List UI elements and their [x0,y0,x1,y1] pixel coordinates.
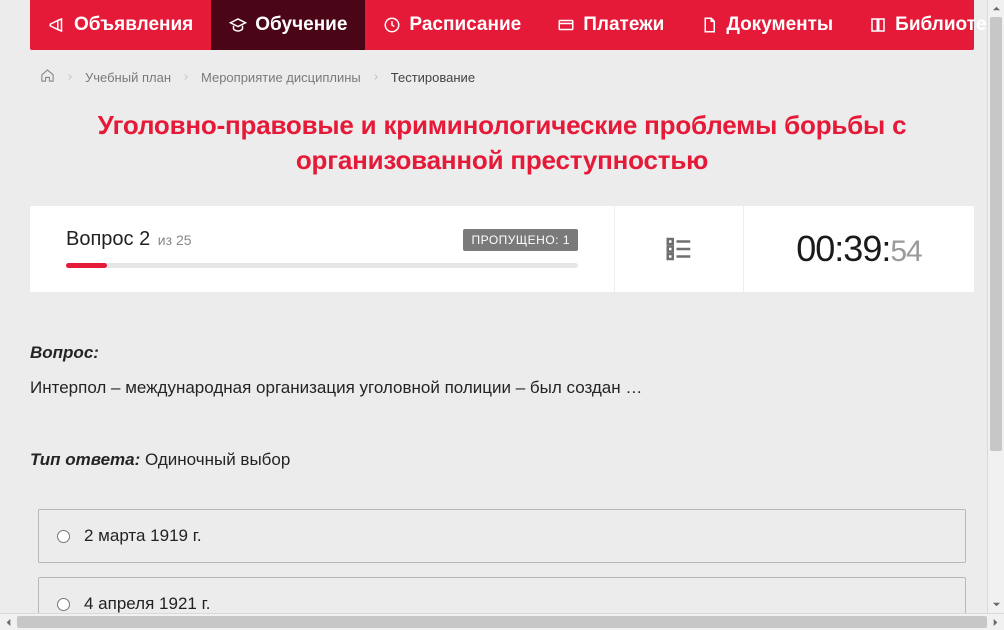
scroll-left-arrow[interactable] [0,614,17,630]
question-text: Интерпол – международная организация уго… [30,375,974,401]
timer-seconds: 54 [890,235,921,268]
clock-icon [383,16,401,34]
nav-label: Расписание [409,14,521,36]
question-number: 2 [139,228,150,250]
question-label: Вопрос: [30,343,99,362]
horizontal-scrollbar[interactable] [0,613,1004,630]
scroll-track[interactable] [988,17,1004,596]
status-panel: Вопрос 2 из 25 ПРОПУЩЕНО: 1 [30,206,974,292]
progress-bar [66,263,578,268]
nav-item-schedule[interactable]: Расписание [365,0,539,50]
graduation-cap-icon [229,16,247,34]
scroll-up-arrow[interactable] [988,0,1004,17]
scroll-right-arrow[interactable] [987,614,1004,630]
timer: 00:39:54 [744,206,974,292]
skipped-badge: ПРОПУЩЕНО: 1 [463,229,578,251]
question-counter: Вопрос 2 из 25 [66,228,192,251]
question-word: Вопрос [66,228,134,250]
answer-text: 2 марта 1919 г. [84,526,202,546]
answer-type-value: Одиночный выбор [145,450,290,469]
answer-radio[interactable] [57,598,70,611]
megaphone-icon [48,16,66,34]
chevron-right-icon [371,70,381,85]
top-nav: Объявления Обучение Расписание [30,0,974,50]
nav-label: Обучение [255,14,347,36]
breadcrumb-link[interactable]: Учебный план [85,70,171,85]
breadcrumb-link[interactable]: Мероприятие дисциплины [201,70,361,85]
list-icon [664,234,694,264]
nav-label: Платежи [583,14,664,36]
card-icon [557,16,575,34]
nav-item-documents[interactable]: Документы [682,0,851,50]
chevron-right-icon [181,70,191,85]
answer-radio[interactable] [57,530,70,543]
vertical-scrollbar[interactable] [987,0,1004,613]
answer-option[interactable]: 4 апреля 1921 г. [38,577,966,613]
scroll-thumb[interactable] [17,616,987,628]
breadcrumb: Учебный план Мероприятие дисциплины Тест… [30,50,974,104]
breadcrumb-current: Тестирование [391,70,475,85]
timer-main: 00:39: [796,228,890,269]
chevron-right-icon [65,70,75,85]
of-word: из [158,232,172,248]
nav-item-announcements[interactable]: Объявления [30,0,211,50]
home-icon[interactable] [40,68,55,86]
answer-type-label: Тип ответа: [30,450,140,469]
book-icon [869,16,887,34]
nav-label: Объявления [74,14,193,36]
scroll-down-arrow[interactable] [988,596,1004,613]
answer-option[interactable]: 2 марта 1919 г. [38,509,966,563]
answer-list: 2 марта 1919 г. 4 апреля 1921 г. [30,505,974,613]
scroll-track[interactable] [17,614,987,630]
scroll-thumb[interactable] [990,17,1002,451]
nav-item-library[interactable]: Библиотека [851,0,1004,50]
page-title: Уголовно-правовые и криминологические пр… [30,104,974,206]
answer-text: 4 апреля 1921 г. [84,594,210,613]
nav-item-education[interactable]: Обучение [211,0,365,50]
document-icon [700,16,718,34]
nav-item-payments[interactable]: Платежи [539,0,682,50]
progress-fill [66,263,107,268]
question-body: Вопрос: Интерпол – международная организ… [30,292,974,505]
question-list-button[interactable] [614,206,744,292]
question-progress: Вопрос 2 из 25 ПРОПУЩЕНО: 1 [30,206,614,292]
nav-label: Документы [726,14,833,36]
question-total: 25 [176,232,192,248]
